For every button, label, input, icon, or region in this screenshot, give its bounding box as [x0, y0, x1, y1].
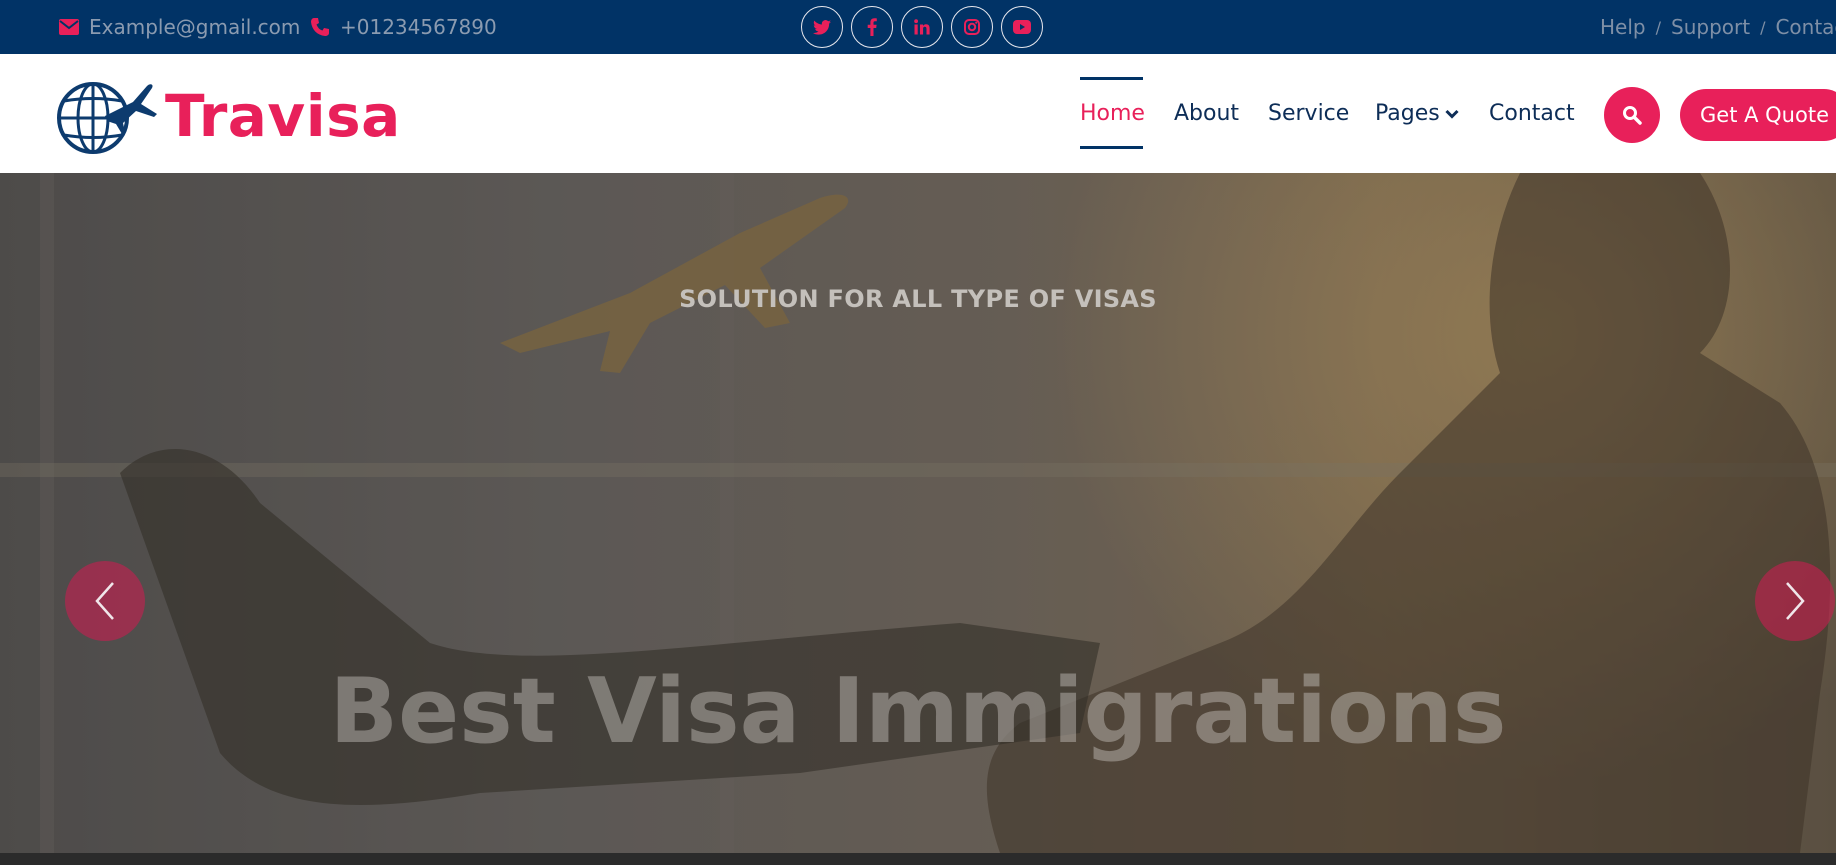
support-link[interactable]: Support: [1671, 15, 1750, 39]
linkedin-icon[interactable]: [901, 6, 943, 48]
brand-logo[interactable]: Travisa: [57, 76, 401, 156]
chevron-down-icon: [1445, 109, 1459, 119]
nav-service[interactable]: Service: [1268, 54, 1349, 173]
contact-link[interactable]: Contact: [1775, 15, 1836, 39]
main-navbar: Travisa Home About Service Pages Contact…: [0, 54, 1836, 173]
nav-about[interactable]: About: [1174, 54, 1239, 173]
hero-slider: SOLUTION FOR ALL TYPE OF VISAS Best Visa…: [0, 173, 1836, 853]
phone-icon: [311, 18, 329, 36]
email-contact[interactable]: Example@gmail.com: [59, 0, 300, 54]
globe-plane-icon: [57, 82, 157, 154]
search-icon: [1623, 106, 1642, 125]
link-separator: /: [1655, 17, 1661, 37]
social-links: [801, 6, 1043, 48]
get-quote-button[interactable]: Get A Quote: [1680, 89, 1836, 141]
facebook-icon[interactable]: [851, 6, 893, 48]
hero-title: Best Visa Immigrations: [329, 659, 1507, 764]
nav-pages-label: Pages: [1375, 101, 1440, 126]
email-text: Example@gmail.com: [89, 15, 301, 39]
link-separator: /: [1760, 17, 1766, 37]
search-button[interactable]: [1604, 87, 1660, 143]
nav-contact[interactable]: Contact: [1489, 54, 1575, 173]
hero-subtitle: SOLUTION FOR ALL TYPE OF VISAS: [679, 285, 1157, 313]
youtube-icon[interactable]: [1001, 6, 1043, 48]
nav-pages[interactable]: Pages: [1375, 54, 1459, 173]
next-slide-button[interactable]: [1755, 561, 1835, 641]
instagram-icon[interactable]: [951, 6, 993, 48]
twitter-icon[interactable]: [801, 6, 843, 48]
nav-home[interactable]: Home: [1080, 54, 1145, 173]
phone-text: +01234567890: [340, 15, 497, 39]
top-links: Help / Support / Contact: [1600, 0, 1836, 54]
prev-slide-button[interactable]: [65, 561, 145, 641]
envelope-icon: [59, 19, 79, 35]
phone-contact[interactable]: +01234567890: [310, 0, 497, 54]
brand-name: Travisa: [165, 82, 401, 150]
bottom-strip: [0, 853, 1836, 865]
top-bar: Example@gmail.com +01234567890 Help / Su…: [0, 0, 1836, 54]
help-link[interactable]: Help: [1600, 15, 1646, 39]
chevron-left-icon: [95, 582, 114, 620]
chevron-right-icon: [1786, 582, 1805, 620]
